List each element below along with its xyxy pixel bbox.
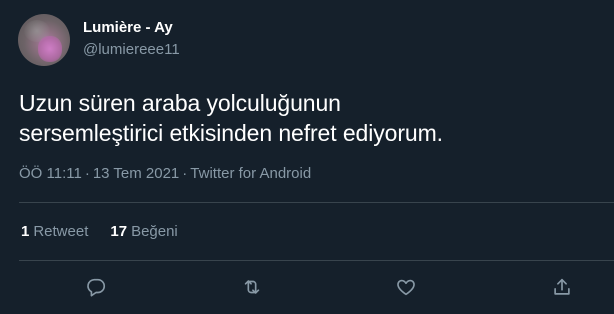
- tweet-metadata: ÖÖ 11:11 · 13 Tem 2021 · Twitter for Android: [19, 165, 311, 183]
- tweet-text: Uzun süren araba yolculuğunun sersemleşt…: [19, 88, 599, 148]
- tweet-source[interactable]: Twitter for Android: [190, 165, 311, 182]
- divider: [19, 260, 614, 261]
- retweet-label: Retweet: [33, 223, 89, 240]
- like-label: Beğeni: [131, 223, 178, 240]
- meta-separator: ·: [84, 165, 90, 182]
- like-button[interactable]: [393, 274, 419, 300]
- like-icon: [397, 279, 415, 296]
- meta-separator: ·: [182, 165, 188, 182]
- user-handle[interactable]: @lumiereee11: [83, 41, 180, 59]
- tweet-text-line: sersemleştirici etkisinden nefret ediyor…: [19, 120, 443, 146]
- avatar[interactable]: [18, 14, 70, 66]
- reply-icon: [87, 278, 106, 297]
- retweet-stat[interactable]: 1 Retweet: [21, 223, 88, 241]
- retweet-count: 1: [21, 223, 30, 240]
- reply-button[interactable]: [83, 274, 109, 300]
- tweet-text-line: Uzun süren araba yolculuğunun: [19, 90, 341, 116]
- tweet-card: Lumière - Ay @lumiereee11 Uzun süren ara…: [0, 0, 614, 314]
- display-name[interactable]: Lumière - Ay: [83, 19, 173, 37]
- divider: [19, 202, 614, 203]
- retweet-icon: [244, 280, 260, 294]
- share-button[interactable]: [549, 274, 575, 300]
- tweet-time[interactable]: ÖÖ 11:11: [19, 165, 82, 182]
- like-count: 17: [110, 223, 128, 240]
- share-icon: [554, 278, 570, 295]
- tweet-date[interactable]: 13 Tem 2021: [93, 165, 179, 182]
- avatar-image-highlight: [38, 36, 62, 62]
- like-stat[interactable]: 17 Beğeni: [110, 223, 177, 241]
- retweet-button[interactable]: [239, 274, 265, 300]
- action-bar: [0, 272, 614, 302]
- tweet-stats: 1 Retweet 17 Beğeni: [21, 223, 178, 241]
